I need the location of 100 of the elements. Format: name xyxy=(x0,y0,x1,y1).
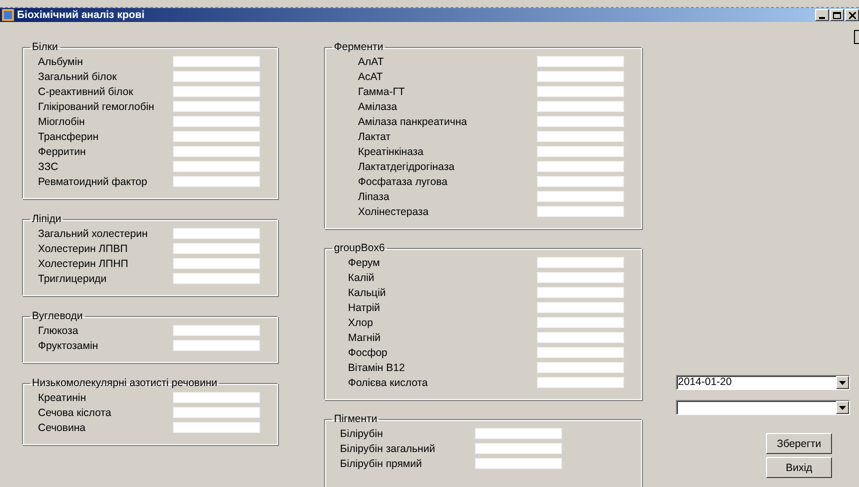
action-button[interactable]: Вихід xyxy=(766,457,832,478)
close-button[interactable] xyxy=(845,9,859,21)
input-field[interactable] xyxy=(537,317,624,328)
field-label: Амілаза xyxy=(358,100,398,112)
field-label: Загальний білок xyxy=(38,70,117,82)
field-label: Загальний холестерин xyxy=(38,228,148,240)
input-field[interactable] xyxy=(537,71,624,82)
input-field[interactable] xyxy=(537,161,624,172)
field-label: Ферритин xyxy=(38,146,86,158)
field-label: Білірубін загальний xyxy=(340,442,436,454)
field-label: Білірубін xyxy=(340,428,383,440)
input-field[interactable] xyxy=(537,257,624,268)
dropdown-field[interactable] xyxy=(676,400,850,415)
input-field[interactable] xyxy=(173,258,260,269)
dropdown-value: 2014-01-20 xyxy=(678,376,732,388)
field-label: Холестерин ЛПНП xyxy=(38,258,128,270)
field-label: Калій xyxy=(348,272,374,284)
field-label: АлАТ xyxy=(358,56,384,68)
field-label: Білірубін прямий xyxy=(340,458,422,470)
input-field[interactable] xyxy=(537,206,624,217)
input-field[interactable] xyxy=(537,191,624,202)
group-title: Пігменти xyxy=(333,413,378,425)
minimize-button[interactable] xyxy=(815,9,829,21)
field-label: Вітамін В12 xyxy=(348,362,405,374)
field-label: Магній xyxy=(348,332,381,344)
input-field[interactable] xyxy=(173,116,260,127)
field-label: Глюкоза xyxy=(38,324,78,336)
input-field[interactable] xyxy=(475,458,562,469)
field-label: Натрій xyxy=(348,302,380,314)
input-field[interactable] xyxy=(537,272,624,283)
partial-control xyxy=(854,30,859,44)
input-field[interactable] xyxy=(173,101,260,112)
input-field[interactable] xyxy=(173,131,260,142)
input-field[interactable] xyxy=(537,332,624,343)
input-field[interactable] xyxy=(173,86,260,97)
input-field[interactable] xyxy=(537,362,624,373)
dropdown-arrow-icon xyxy=(839,406,846,410)
window-icon xyxy=(2,9,14,21)
maximize-icon xyxy=(833,12,841,18)
input-field[interactable] xyxy=(173,176,260,187)
field-label: С-реактивний білок xyxy=(38,86,134,98)
field-label: Креатинін xyxy=(38,392,86,404)
close-icon xyxy=(848,12,856,18)
field-label: Креатінкіназа xyxy=(358,146,424,158)
input-field[interactable] xyxy=(537,287,624,298)
field-label: Ревматоидний фактор xyxy=(38,176,148,188)
input-field[interactable] xyxy=(173,325,260,336)
field-label: Фосфор xyxy=(348,346,388,358)
field-label: Ліпаза xyxy=(358,190,390,202)
field-label: Глікірований гемоглобін xyxy=(38,100,154,112)
input-field[interactable] xyxy=(173,407,260,418)
input-field[interactable] xyxy=(537,56,624,67)
group-title: Білки xyxy=(31,41,59,53)
field-label: Кальцій xyxy=(348,286,386,298)
input-field[interactable] xyxy=(537,302,624,313)
field-label: Гамма-ГТ xyxy=(358,86,405,98)
input-field[interactable] xyxy=(173,71,260,82)
field-label: Фолієва кислота xyxy=(348,376,428,388)
field-label: Міоглобін xyxy=(38,116,85,128)
input-field[interactable] xyxy=(537,101,624,112)
field-label: Сечовина xyxy=(38,422,86,434)
field-label: Хлор xyxy=(348,316,373,328)
field-label: Фруктозамін xyxy=(38,340,98,352)
input-field[interactable] xyxy=(173,392,260,403)
dropdown-arrow-icon xyxy=(839,380,846,384)
input-field[interactable] xyxy=(537,146,624,157)
input-field[interactable] xyxy=(475,443,562,454)
input-field[interactable] xyxy=(173,228,260,239)
field-label: Лактат xyxy=(358,130,391,142)
field-label: Лактатдегідрогіназа xyxy=(358,160,454,172)
group-title: Ферменти xyxy=(333,41,384,53)
dropdown-field[interactable]: 2014-01-20 xyxy=(676,375,850,390)
field-label: Амілаза панкреатична xyxy=(358,116,467,128)
field-label: ЗЗС xyxy=(38,160,58,172)
field-label: Альбумін xyxy=(38,56,83,68)
input-field[interactable] xyxy=(537,176,624,187)
input-field[interactable] xyxy=(173,243,260,254)
input-field[interactable] xyxy=(537,377,624,388)
field-label: Триглицериди xyxy=(38,272,107,284)
input-field[interactable] xyxy=(537,116,624,127)
group-title: groupBox6 xyxy=(333,242,386,254)
input-field[interactable] xyxy=(173,146,260,157)
input-field[interactable] xyxy=(173,56,260,67)
group-title: Вуглеводи xyxy=(31,310,84,322)
input-field[interactable] xyxy=(173,273,260,284)
window-title: Біохімічний аналіз крові xyxy=(17,9,145,21)
input-field[interactable] xyxy=(537,131,624,142)
maximize-button[interactable] xyxy=(830,9,844,21)
input-field[interactable] xyxy=(173,161,260,172)
field-label: Сечова кіслота xyxy=(38,406,112,418)
field-label: Холінестераза xyxy=(358,206,429,218)
input-field[interactable] xyxy=(537,347,624,358)
group-title: Низькомолекулярні азотисті речовини xyxy=(31,377,218,389)
action-button[interactable]: Зберегти xyxy=(766,433,832,454)
input-field[interactable] xyxy=(537,86,624,97)
input-field[interactable] xyxy=(173,340,260,351)
input-field[interactable] xyxy=(173,422,260,433)
input-field[interactable] xyxy=(475,428,562,439)
field-label: Фосфатаза лугова xyxy=(358,176,448,188)
field-label: АсАТ xyxy=(358,70,383,82)
